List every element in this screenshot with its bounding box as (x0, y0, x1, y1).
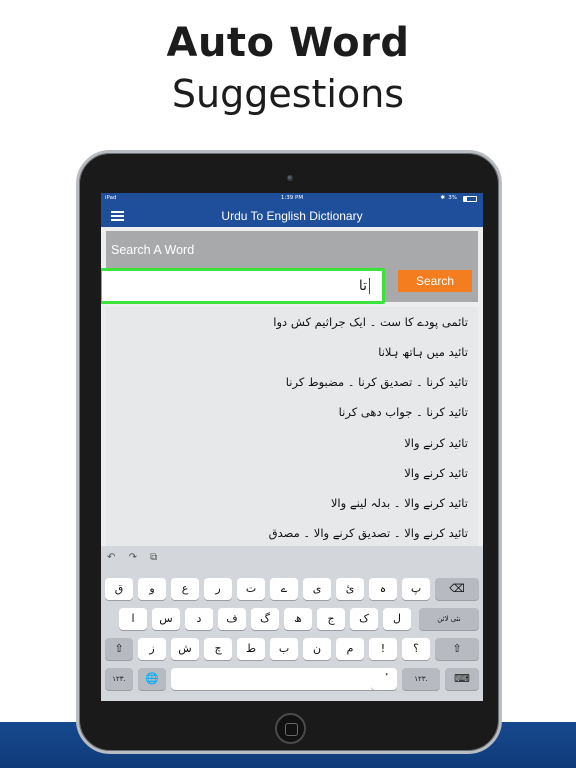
promo-title-line2: Suggestions (171, 72, 405, 116)
search-label: Search A Word (111, 243, 195, 257)
status-bar: iPad 1:39 PM ✱ 3% (101, 193, 483, 205)
key[interactable]: و (138, 578, 166, 600)
key[interactable]: چ (204, 638, 232, 660)
key[interactable]: ف (218, 608, 246, 630)
status-time: 1:39 PM (280, 195, 304, 201)
list-item[interactable]: تائید کرنے والا (404, 466, 468, 480)
battery-percent: 3% (448, 195, 457, 201)
key[interactable]: ک (350, 608, 378, 630)
key[interactable]: ے (270, 578, 298, 600)
return-key[interactable]: نئی لائن (419, 608, 479, 630)
keyboard-toolbar: ↶ ↷ ⧉ (107, 552, 167, 566)
undo-icon[interactable]: ↶ (107, 552, 115, 563)
key[interactable]: ل (383, 608, 411, 630)
key[interactable]: ر (204, 578, 232, 600)
paste-icon[interactable]: ⧉ (150, 552, 157, 563)
backspace-key[interactable]: ⌫ (435, 578, 479, 600)
battery-icon (463, 196, 477, 202)
shift-key-right[interactable]: ⇧ (435, 638, 479, 660)
list-item[interactable]: تائید کرنا ۔ تصدیق کرنا ۔ مضبوط کرنا (286, 375, 468, 389)
key[interactable]: ! (369, 638, 397, 660)
key[interactable]: م (336, 638, 364, 660)
list-item[interactable]: تائید کرنا ۔ جواب دھی کرنا (339, 405, 468, 419)
numbers-key-left[interactable]: ۱۲۳. (105, 668, 133, 690)
app-screen: iPad 1:39 PM ✱ 3% Urdu To English Dictio… (101, 193, 483, 701)
key[interactable]: ش (171, 638, 199, 660)
list-item[interactable]: تائمی پودے کا ست ۔ ایک جراثیم کش دوا (273, 315, 468, 329)
key[interactable]: ع (171, 578, 199, 600)
key[interactable]: ئ (336, 578, 364, 600)
key[interactable]: ت (237, 578, 265, 600)
key[interactable]: ؟ (402, 638, 430, 660)
list-item[interactable]: تائید کرنے والا ۔ بدلہ لینے والا (331, 496, 468, 510)
search-input-value: تا (358, 278, 367, 294)
key[interactable]: ن (303, 638, 331, 660)
app-title: Urdu To English Dictionary (221, 209, 363, 223)
key[interactable]: س (152, 608, 180, 630)
promo-title-line1: Auto Word (166, 20, 410, 66)
search-panel: Search A Word تا Search (101, 231, 478, 304)
urdu-keyboard: ↶ ↷ ⧉ ق و ع ر ت ے ی ئ ہ پ ⌫ ا س د ف گ ھ … (101, 546, 483, 701)
redo-icon[interactable]: ↷ (129, 552, 137, 563)
ipad-frame: iPad 1:39 PM ✱ 3% Urdu To English Dictio… (76, 150, 502, 754)
key[interactable]: ب (270, 638, 298, 660)
globe-icon[interactable]: 🌐 (138, 668, 166, 690)
key[interactable]: ق (105, 578, 133, 600)
list-item[interactable]: تائید کرنے والا ۔ تصدیق کرنے والا ۔ مصدق (269, 526, 468, 540)
key[interactable]: ی (303, 578, 331, 600)
space-key[interactable] (171, 668, 397, 690)
hide-keyboard-icon[interactable]: ⌨ (445, 668, 479, 690)
key[interactable]: ھ (284, 608, 312, 630)
app-bar: Urdu To English Dictionary (101, 205, 483, 227)
list-item[interactable]: تائید کرنے والا (404, 436, 468, 450)
key[interactable]: ٔ (371, 668, 397, 690)
key[interactable]: ز (138, 638, 166, 660)
suggestion-list: تائمی پودے کا ست ۔ ایک جراثیم کش دوا تائ… (106, 307, 478, 547)
camera-icon (287, 175, 293, 181)
key[interactable]: د (185, 608, 213, 630)
key[interactable]: ط (237, 638, 265, 660)
home-button[interactable] (275, 713, 306, 744)
key[interactable]: ا (119, 608, 147, 630)
text-caret (369, 278, 370, 294)
shift-key-left[interactable]: ⇧ (105, 638, 133, 660)
numbers-key-right[interactable]: ۱۲۳. (402, 668, 440, 690)
list-item[interactable]: تائید میں ہاتھ ہلانا (378, 345, 468, 359)
key[interactable]: ج (317, 608, 345, 630)
search-input[interactable]: تا (101, 268, 385, 304)
key[interactable]: ہ (369, 578, 397, 600)
key[interactable]: گ (251, 608, 279, 630)
search-button[interactable]: Search (398, 270, 472, 292)
bluetooth-icon: ✱ (440, 195, 445, 201)
key[interactable]: پ (402, 578, 430, 600)
